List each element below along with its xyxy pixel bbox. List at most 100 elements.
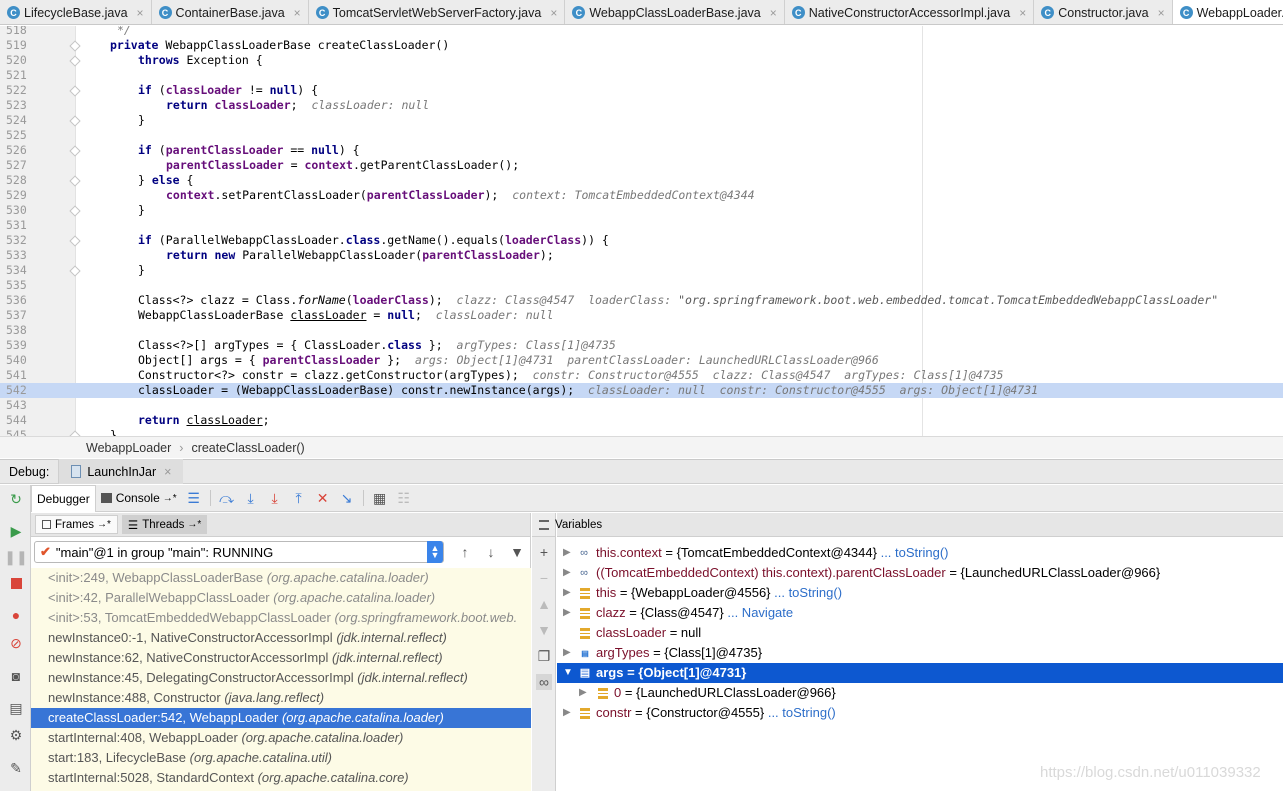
stack-frame[interactable]: <init>:249, WebappClassLoaderBase (org.a… bbox=[31, 568, 531, 588]
tab-threads[interactable]: ☰ Threads →* bbox=[121, 515, 208, 534]
step-over-icon[interactable]: ⤼ bbox=[215, 486, 239, 510]
fold-marker[interactable] bbox=[69, 115, 81, 127]
stack-frame[interactable]: <init>:53, TomcatEmbeddedWebappClassLoad… bbox=[31, 608, 531, 628]
camera-icon[interactable]: ◙ bbox=[8, 668, 24, 684]
code-line: 536 Class<?> clazz = Class.forName(loader… bbox=[0, 293, 1283, 308]
field: classLoader bbox=[165, 83, 242, 97]
dropdown-arrows-icon[interactable]: ▲ ▼ bbox=[427, 541, 443, 563]
expand-arrow-icon[interactable]: ▶ bbox=[563, 543, 571, 563]
stack-frame[interactable]: start:183, LifecycleBase (org.apache.cat… bbox=[31, 748, 531, 768]
variable-row[interactable]: ▶ constr = {Constructor@4555} ... toStri… bbox=[557, 703, 1283, 723]
fold-marker[interactable] bbox=[69, 55, 81, 67]
editor-tab[interactable]: C Constructor.java × bbox=[1034, 0, 1173, 24]
force-step-into-icon[interactable]: ⤓ bbox=[263, 486, 287, 510]
stack-frame-selected[interactable]: createClassLoader:542, WebappLoader (org… bbox=[31, 708, 531, 728]
field: parentClassLoader bbox=[366, 188, 485, 202]
stack-frame[interactable]: newInstance:488, Constructor (java.lang.… bbox=[31, 688, 531, 708]
close-icon[interactable]: × bbox=[164, 465, 171, 479]
copy-icon[interactable]: ❐ bbox=[536, 648, 552, 664]
pin-icon[interactable]: ✎ bbox=[8, 760, 24, 776]
run-to-cursor-icon[interactable]: ↘ bbox=[335, 486, 359, 510]
close-icon[interactable]: × bbox=[550, 6, 557, 20]
close-icon[interactable]: × bbox=[770, 6, 777, 20]
editor-tab-active[interactable]: CWebappLoader.java× bbox=[1172, 0, 1283, 24]
rerun-icon[interactable]: ↻ bbox=[8, 491, 24, 507]
remove-watch-icon[interactable]: − bbox=[536, 570, 552, 586]
stack-frame[interactable]: startInternal:5028, StandardContext (org… bbox=[31, 768, 531, 788]
variable-row-selected[interactable]: ▼ ▤ args = {Object[1]@4731} bbox=[557, 663, 1283, 683]
expand-arrow-icon[interactable]: ▶ bbox=[563, 583, 571, 603]
variable-row[interactable]: ▶ ∞ ((TomcatEmbeddedContext) this.contex… bbox=[557, 563, 1283, 583]
trace-icon[interactable]: ☷ bbox=[392, 486, 416, 510]
editor-tab[interactable]: C NativeConstructorAccessorImpl.java × bbox=[785, 0, 1035, 24]
variable-row[interactable]: ▶ ▤ argTypes = {Class[1]@4735} bbox=[557, 643, 1283, 663]
fold-marker[interactable] bbox=[69, 40, 81, 52]
fold-marker[interactable] bbox=[69, 265, 81, 277]
field: parentClassLoader bbox=[262, 353, 381, 367]
pause-icon[interactable]: ❚❚ bbox=[4, 549, 27, 565]
step-into-icon[interactable]: ⤓ bbox=[239, 486, 263, 510]
code-text: } bbox=[138, 203, 145, 217]
arrow-up-icon[interactable]: ↑ bbox=[452, 544, 478, 560]
separator bbox=[209, 490, 211, 506]
variable-row[interactable]: ▶ ∞ this.context = {TomcatEmbeddedContex… bbox=[557, 543, 1283, 563]
thread-selector[interactable]: ✔ "main"@1 in group "main": RUNNING ▲ ▼ bbox=[34, 541, 444, 563]
stack-frame[interactable]: newInstance:45, DelegatingConstructorAcc… bbox=[31, 668, 531, 688]
fold-marker[interactable] bbox=[69, 145, 81, 157]
tab-debugger[interactable]: Debugger bbox=[31, 484, 96, 512]
expand-arrow-icon[interactable]: ▶ bbox=[579, 683, 587, 703]
stop-icon[interactable] bbox=[8, 575, 24, 591]
move-up-icon[interactable]: ▲ bbox=[536, 596, 552, 612]
mute-breakpoints-icon[interactable]: ⊘ bbox=[8, 635, 24, 651]
stack-frame[interactable]: <init>:42, ParallelWebappClassLoader (or… bbox=[31, 588, 531, 608]
step-out-icon[interactable]: ⤒ bbox=[287, 486, 311, 510]
fold-marker[interactable] bbox=[69, 85, 81, 97]
evaluate-expression-icon[interactable]: ▦ bbox=[368, 486, 392, 510]
breadcrumb-item[interactable]: WebappLoader bbox=[86, 441, 171, 455]
tab-label: TomcatServletWebServerFactory.java bbox=[332, 5, 542, 20]
close-icon[interactable]: × bbox=[1158, 6, 1165, 20]
settings-gear-icon[interactable]: ⚙ bbox=[8, 727, 24, 743]
code-editor[interactable]: 518 */ 519 private WebappClassLoaderBase c… bbox=[0, 26, 1283, 436]
variable-row[interactable]: ▶ this = {WebappLoader@4556} ... toStrin… bbox=[557, 583, 1283, 603]
editor-tab[interactable]: C TomcatServletWebServerFactory.java × bbox=[309, 0, 566, 24]
move-down-icon[interactable]: ▼ bbox=[536, 622, 552, 638]
drop-frame-icon[interactable]: ✕ bbox=[311, 486, 335, 510]
code-line: 538 bbox=[0, 323, 1283, 338]
expand-arrow-icon[interactable]: ▶ bbox=[563, 643, 571, 663]
stack-frame[interactable]: newInstance:62, NativeConstructorAccesso… bbox=[31, 648, 531, 668]
editor-tab[interactable]: C ContainerBase.java × bbox=[152, 0, 309, 24]
view-breakpoints-icon[interactable]: ● bbox=[8, 607, 24, 623]
tab-console[interactable]: Console →* bbox=[96, 485, 182, 512]
stack-frame[interactable]: startInternal:408, WebappLoader (org.apa… bbox=[31, 728, 531, 748]
run-config-icon bbox=[71, 465, 82, 478]
close-icon[interactable]: × bbox=[1019, 6, 1026, 20]
add-watch-icon[interactable]: + bbox=[536, 544, 552, 560]
run-config-tab[interactable]: LaunchInJar × bbox=[59, 459, 184, 484]
tab-frames[interactable]: Frames →* bbox=[35, 515, 118, 534]
close-icon[interactable]: × bbox=[294, 6, 301, 20]
watches-glasses-icon[interactable]: ∞ bbox=[536, 674, 552, 690]
variable-row[interactable]: classLoader = null bbox=[557, 623, 1283, 643]
resume-icon[interactable]: ▶ bbox=[8, 523, 24, 539]
fold-marker[interactable] bbox=[69, 175, 81, 187]
stack-frame[interactable]: newInstance0:-1, NativeConstructorAccess… bbox=[31, 628, 531, 648]
editor-tab[interactable]: C WebappClassLoaderBase.java × bbox=[565, 0, 785, 24]
code-text: ; bbox=[290, 98, 298, 112]
layout-icon[interactable]: ▤ bbox=[8, 700, 24, 716]
breadcrumb-item[interactable]: createClassLoader() bbox=[191, 441, 304, 455]
collapse-arrow-icon[interactable]: ▼ bbox=[563, 663, 573, 683]
filter-icon[interactable]: ▼ bbox=[504, 544, 530, 560]
editor-tab[interactable]: C LifecycleBase.java × bbox=[0, 0, 152, 24]
expand-arrow-icon[interactable]: ▶ bbox=[563, 563, 571, 583]
code-text: classLoader bbox=[186, 413, 263, 427]
show-execution-point-icon[interactable]: ☰ bbox=[182, 486, 206, 510]
fold-marker[interactable] bbox=[69, 205, 81, 217]
expand-arrow-icon[interactable]: ▶ bbox=[563, 603, 571, 623]
fold-marker[interactable] bbox=[69, 235, 81, 247]
variable-row[interactable]: ▶ 0 = {LaunchedURLClassLoader@966} bbox=[557, 683, 1283, 703]
arrow-down-icon[interactable]: ↓ bbox=[478, 544, 504, 560]
close-icon[interactable]: × bbox=[137, 6, 144, 20]
expand-arrow-icon[interactable]: ▶ bbox=[563, 703, 571, 723]
variable-row[interactable]: ▶ clazz = {Class@4547} ... Navigate bbox=[557, 603, 1283, 623]
